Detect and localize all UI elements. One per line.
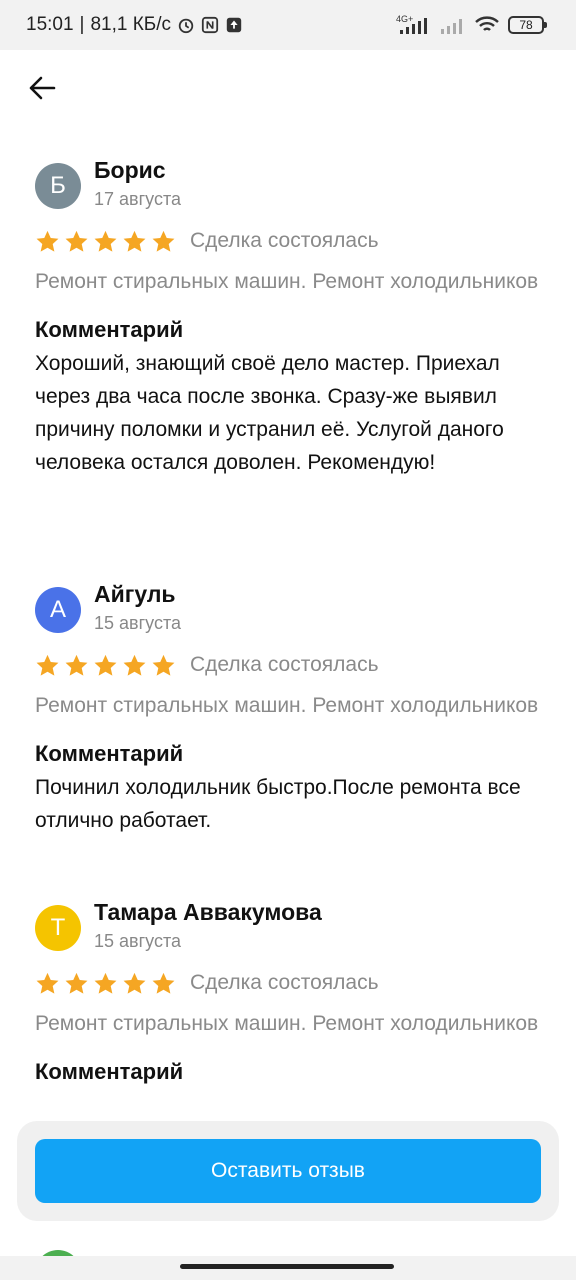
comment-title: Комментарий	[35, 317, 184, 342]
leave-review-button[interactable]: Оставить отзыв	[35, 1139, 541, 1203]
deal-status: Сделка состоялась	[190, 229, 379, 252]
star-icon	[36, 654, 59, 676]
deal-status: Сделка состоялась	[190, 653, 379, 676]
arrow-left-icon	[29, 76, 56, 100]
bottom-action-panel: Оставить отзыв	[17, 1121, 559, 1221]
service-text: Ремонт стиральных машин. Ремонт холодиль…	[35, 270, 539, 293]
comment-text: Починил холодильник быстро.После ремонта…	[35, 776, 521, 832]
review-date: 17 августа	[94, 189, 182, 209]
deal-status: Сделка состоялась	[190, 971, 379, 994]
comment-text: Хороший, знающий своё дело мастер. Приех…	[35, 352, 504, 474]
review-card: Т Тамара Аввакумова 15 августа Сделка со…	[35, 899, 545, 1085]
battery-indicator: 78	[508, 16, 547, 34]
alarm-icon	[178, 18, 194, 34]
star-icon	[152, 972, 175, 994]
star-icon	[123, 654, 146, 676]
star-icon	[94, 654, 117, 676]
star-rating	[35, 229, 176, 254]
star-icon	[152, 230, 175, 252]
comment-title: Комментарий	[35, 1059, 184, 1084]
signal-icon-2	[441, 19, 462, 34]
avatar: Т	[35, 905, 81, 951]
star-icon	[65, 654, 88, 676]
star-rating	[35, 971, 176, 996]
star-icon	[94, 230, 117, 252]
svg-text:4G+: 4G+	[396, 14, 413, 24]
back-button[interactable]	[26, 72, 58, 104]
star-icon	[94, 972, 117, 994]
reviewer-name: Тамара Аввакумова	[94, 899, 322, 925]
star-icon	[123, 230, 146, 252]
star-icon	[65, 230, 88, 252]
home-indicator[interactable]	[180, 1264, 394, 1269]
status-time: 15:01	[26, 14, 74, 35]
comment-title: Комментарий	[35, 741, 184, 766]
star-icon	[152, 654, 175, 676]
star-icon	[123, 972, 146, 994]
star-icon	[36, 972, 59, 994]
service-text: Ремонт стиральных машин. Ремонт холодиль…	[35, 694, 539, 717]
review-date: 15 августа	[94, 931, 182, 951]
avatar: Б	[35, 163, 81, 209]
review-date: 15 августа	[94, 613, 182, 633]
review-card: Б Борис 17 августа Сделка состоялась Рем…	[35, 157, 545, 479]
reviewer-name: Борис	[94, 157, 166, 183]
star-rating	[35, 653, 176, 678]
service-text: Ремонт стиральных машин. Ремонт холодиль…	[35, 1012, 539, 1035]
nfc-icon	[201, 16, 219, 34]
status-speed: 81,1 КБ/с	[90, 14, 172, 35]
star-icon	[65, 972, 88, 994]
star-icon	[36, 230, 59, 252]
wifi-icon	[475, 16, 499, 31]
status-bar: 15:01 | 81,1 КБ/с 4G+ 78	[0, 0, 576, 50]
avatar: А	[35, 587, 81, 633]
upload-icon	[226, 17, 242, 33]
reviewer-name: Айгуль	[94, 581, 176, 607]
signal-icon: 4G+	[396, 14, 427, 34]
review-card: А Айгуль 15 августа Сделка состоялась Ре…	[35, 581, 545, 837]
